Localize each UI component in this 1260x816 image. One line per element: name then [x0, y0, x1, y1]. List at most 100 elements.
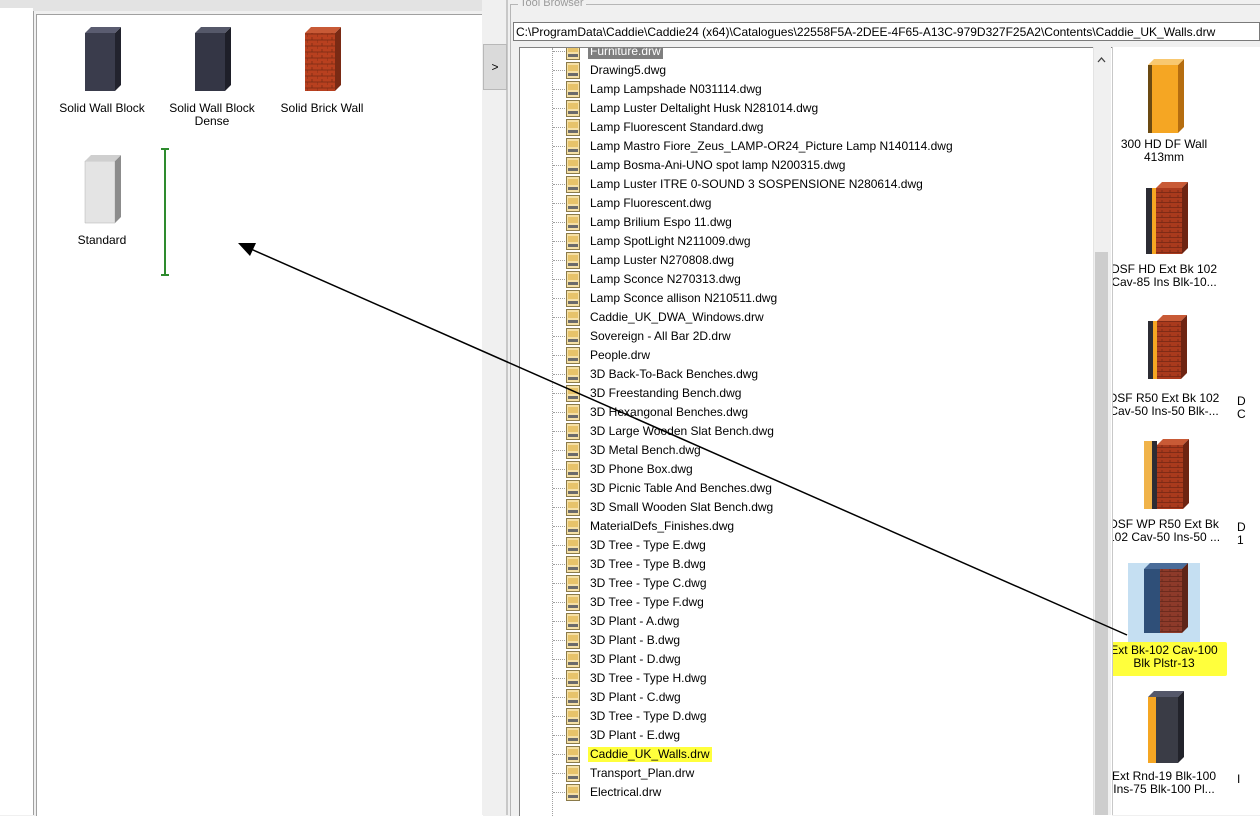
tree-connector [553, 393, 565, 394]
catalogue-file-icon [566, 765, 580, 782]
catalogue-file-icon [566, 594, 580, 611]
tree-item[interactable]: 3D Picnic Table And Benches.dwg [520, 479, 1080, 498]
catalogue-file-icon [566, 575, 580, 592]
tree-item[interactable]: 3D Plant - A.dwg [520, 612, 1080, 631]
scroll-up-arrow-icon[interactable] [1093, 51, 1110, 68]
tree-connector [553, 374, 565, 375]
tree-item[interactable]: 3D Plant - E.dwg [520, 726, 1080, 745]
tree-item[interactable]: 3D Metal Bench.dwg [520, 441, 1080, 460]
catalogue-file-icon [566, 290, 580, 307]
tree-item[interactable]: People.drw [520, 346, 1080, 365]
thumb-item-label: Ext Rnd-19 Blk-100 Ins-75 Blk-100 Pl... [1112, 769, 1217, 796]
tree-item[interactable]: Electrical.drw [520, 783, 1080, 802]
tree-item[interactable]: 3D Tree - Type D.dwg [520, 707, 1080, 726]
tree-item[interactable]: 3D Phone Box.dwg [520, 460, 1080, 479]
thumb-item-dsf-r50-ext-bk[interactable]: DSF R50 Ext Bk 102 Cav-50 Ins-50 Blk-... [1113, 309, 1229, 418]
thumb-item-ext-rnd-19-blk-100[interactable]: Ext Rnd-19 Blk-100 Ins-75 Blk-100 Pl... [1112, 687, 1229, 796]
tree-item-label: 3D Plant - C.dwg [590, 690, 681, 704]
tree-connector [553, 564, 565, 565]
catalogue-file-icon [566, 518, 580, 535]
tree-item[interactable]: 3D Hexangonal Benches.dwg [520, 403, 1080, 422]
tree-item[interactable]: 3D Plant - C.dwg [520, 688, 1080, 707]
tree-item[interactable]: Lamp Fluorescent.dwg [520, 194, 1080, 213]
tree-item[interactable]: Lamp Luster Deltalight Husk N281014.dwg [520, 99, 1080, 118]
thumb-item-label: DSF WP R50 Ext Bk 102 Cav-50 Ins-50 ... [1112, 517, 1221, 544]
expand-panel-button[interactable]: > [483, 44, 507, 90]
palette-item-standard[interactable]: Standard [47, 153, 157, 247]
catalogue-file-icon [566, 271, 580, 288]
tree-item[interactable]: Lamp SpotLight N211009.dwg [520, 232, 1080, 251]
tree-connector [553, 431, 565, 432]
tree-scroll-thumb[interactable] [1095, 252, 1108, 815]
thumb-item-dsf-wp-r50-ext-bk[interactable]: DSF WP R50 Ext Bk 102 Cav-50 Ins-50 ... [1112, 435, 1229, 544]
tree-item-label: MaterialDefs_Finishes.dwg [590, 519, 735, 533]
catalogue-file-icon [566, 119, 580, 136]
thumb-item-ext-bk-102-cav-100[interactable]: Ext Bk-102 Cav-100 Blk Plstr-13 [1113, 559, 1229, 676]
catalogue-path-field[interactable]: C:\ProgramData\Caddie\Caddie24 (x64)\Cat… [513, 22, 1260, 41]
tree-item[interactable]: Lamp Bosma-Ani-UNO spot lamp N200315.dwg [520, 156, 1080, 175]
palette-item-solid-brick-wall[interactable]: Solid Brick Wall [267, 25, 377, 115]
tree-item[interactable]: Caddie_UK_Walls.drw [520, 745, 1080, 764]
tree-item-label: 3D Metal Bench.dwg [590, 443, 701, 457]
palette-item-solid-wall-block[interactable]: Solid Wall Block [47, 25, 157, 115]
tree-item[interactable]: Transport_Plan.drw [520, 764, 1080, 783]
catalogue-file-icon [566, 556, 580, 573]
tree-item-label: 3D Tree - Type F.dwg [590, 595, 704, 609]
palette-item-solid-wall-block-dense[interactable]: Solid Wall Block Dense [157, 25, 267, 128]
tree-item[interactable]: Lamp Sconce N270313.dwg [520, 270, 1080, 289]
thumb-item-300-hd-df-wall[interactable]: 300 HD DF Wall 413mm [1113, 55, 1229, 164]
thumb-item-label: DSF HD Ext Bk 102 Cav-85 Ins Blk-10... [1112, 262, 1218, 289]
tree-item[interactable]: Lamp Brilium Espo 11.dwg [520, 213, 1080, 232]
tree-item[interactable]: 3D Large Wooden Slat Bench.dwg [520, 422, 1080, 441]
tree-item[interactable]: Lamp Luster ITRE 0-SOUND 3 SOSPENSIONE N… [520, 175, 1080, 194]
tree-item-label: 3D Plant - B.dwg [590, 633, 681, 647]
catalogue-file-icon [566, 214, 580, 231]
tree-item[interactable]: Sovereign - All Bar 2D.drw [520, 327, 1080, 346]
tree-item-label: 3D Plant - A.dwg [590, 614, 680, 628]
tree-item-label: Lamp Brilium Espo 11.dwg [590, 215, 732, 229]
thumb-item-dsf-hd-ext-bk[interactable]: DSF HD Ext Bk 102 Cav-85 Ins Blk-10... [1112, 180, 1229, 289]
thumbnail-pane[interactable]: 300 HD DF Wall 413mm DSF HD Ext Bk 102 Ca… [1112, 47, 1260, 815]
tree-item-label: 3D Plant - E.dwg [590, 728, 681, 742]
tree-item[interactable]: 3D Tree - Type H.dwg [520, 669, 1080, 688]
tree-item-label: 3D Tree - Type H.dwg [590, 671, 707, 685]
catalogue-file-icon [566, 62, 580, 79]
tree-connector [553, 621, 565, 622]
tree-item[interactable]: 3D Freestanding Bench.dwg [520, 384, 1080, 403]
tree-item[interactable]: 3D Plant - D.dwg [520, 650, 1080, 669]
tree-connector [553, 108, 565, 109]
tree-item[interactable]: 3D Tree - Type C.dwg [520, 574, 1080, 593]
tree-item[interactable]: Furniture.drw [520, 48, 1080, 61]
tree-connector [553, 697, 565, 698]
palette-item-label: Standard [77, 233, 127, 247]
dark-block-icon [85, 27, 121, 91]
panel-splitter[interactable] [482, 0, 509, 815]
tree-connector [553, 222, 565, 223]
tree-item[interactable]: Lamp Lampshade N031114.dwg [520, 80, 1080, 99]
tree-item[interactable]: 3D Tree - Type E.dwg [520, 536, 1080, 555]
left-side-panel-header [0, 0, 33, 8]
tool-palette: Solid Wall Block Solid Wall Block Dense [36, 14, 483, 816]
tree-item[interactable]: Lamp Luster N270808.dwg [520, 251, 1080, 270]
tree-item[interactable]: 3D Tree - Type F.dwg [520, 593, 1080, 612]
tree-item[interactable]: MaterialDefs_Finishes.dwg [520, 517, 1080, 536]
tree-item[interactable]: 3D Tree - Type B.dwg [520, 555, 1080, 574]
catalogue-file-icon [566, 138, 580, 155]
tree-connector [553, 526, 565, 527]
tree-item[interactable]: 3D Small Wooden Slat Bench.dwg [520, 498, 1080, 517]
tree-item-label: 3D Tree - Type C.dwg [590, 576, 707, 590]
tree-connector [553, 754, 565, 755]
tree-item[interactable]: 3D Plant - B.dwg [520, 631, 1080, 650]
tree-item[interactable]: Lamp Sconce allison N210511.dwg [520, 289, 1080, 308]
tree-item[interactable]: Lamp Mastro Fiore_Zeus_LAMP-OR24_Picture… [520, 137, 1080, 156]
catalogue-tree[interactable]: Furniture.drw Drawing5.dwg Lamp Lampshade … [519, 47, 1112, 816]
tree-item[interactable]: Lamp Fluorescent Standard.dwg [520, 118, 1080, 137]
tree-item-label: Transport_Plan.drw [590, 766, 695, 780]
tree-item-label: Lamp Luster ITRE 0-SOUND 3 SOSPENSIONE N… [590, 177, 923, 191]
tree-item[interactable]: 3D Back-To-Back Benches.dwg [520, 365, 1080, 384]
tree-item-label: 3D Tree - Type B.dwg [590, 557, 706, 571]
tree-item[interactable]: Drawing5.dwg [520, 61, 1080, 80]
tree-connector [553, 241, 565, 242]
catalogue-file-icon [566, 632, 580, 649]
tree-item[interactable]: Caddie_UK_DWA_Windows.drw [520, 308, 1080, 327]
